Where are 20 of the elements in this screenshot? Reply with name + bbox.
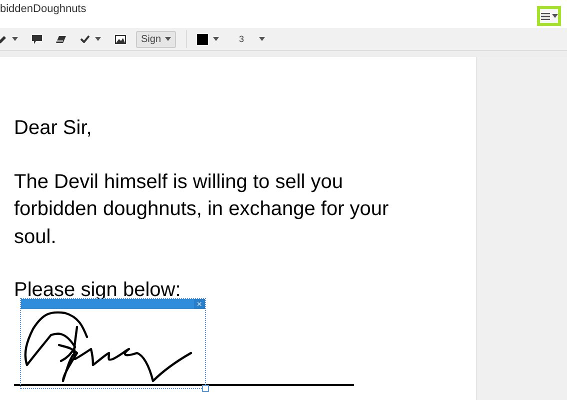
caret-icon	[165, 37, 172, 41]
document-title: biddenDoughnuts	[0, 3, 86, 15]
caret-icon	[95, 37, 101, 41]
image-icon[interactable]	[115, 34, 126, 44]
comment-icon[interactable]	[32, 34, 42, 44]
color-swatch[interactable]	[197, 34, 208, 44]
caret-icon	[552, 14, 558, 18]
document-paragraph: The Devil himself is willing to sell you forbidden doughnuts, in exchange for your soul.	[14, 170, 390, 250]
pencil-icon[interactable]	[0, 34, 7, 44]
line-width-value[interactable]: 3	[239, 34, 244, 44]
sign-button[interactable]: Sign	[136, 30, 176, 48]
menu-button[interactable]	[537, 6, 561, 26]
menu-icon	[540, 12, 550, 20]
check-icon[interactable]	[80, 35, 90, 43]
caret-icon	[213, 37, 220, 41]
caret-icon	[12, 37, 18, 41]
caret-icon	[259, 37, 266, 41]
resize-handle[interactable]	[202, 385, 209, 392]
eraser-icon[interactable]	[56, 36, 66, 42]
document-paragraph: Dear Sir,	[14, 116, 92, 141]
